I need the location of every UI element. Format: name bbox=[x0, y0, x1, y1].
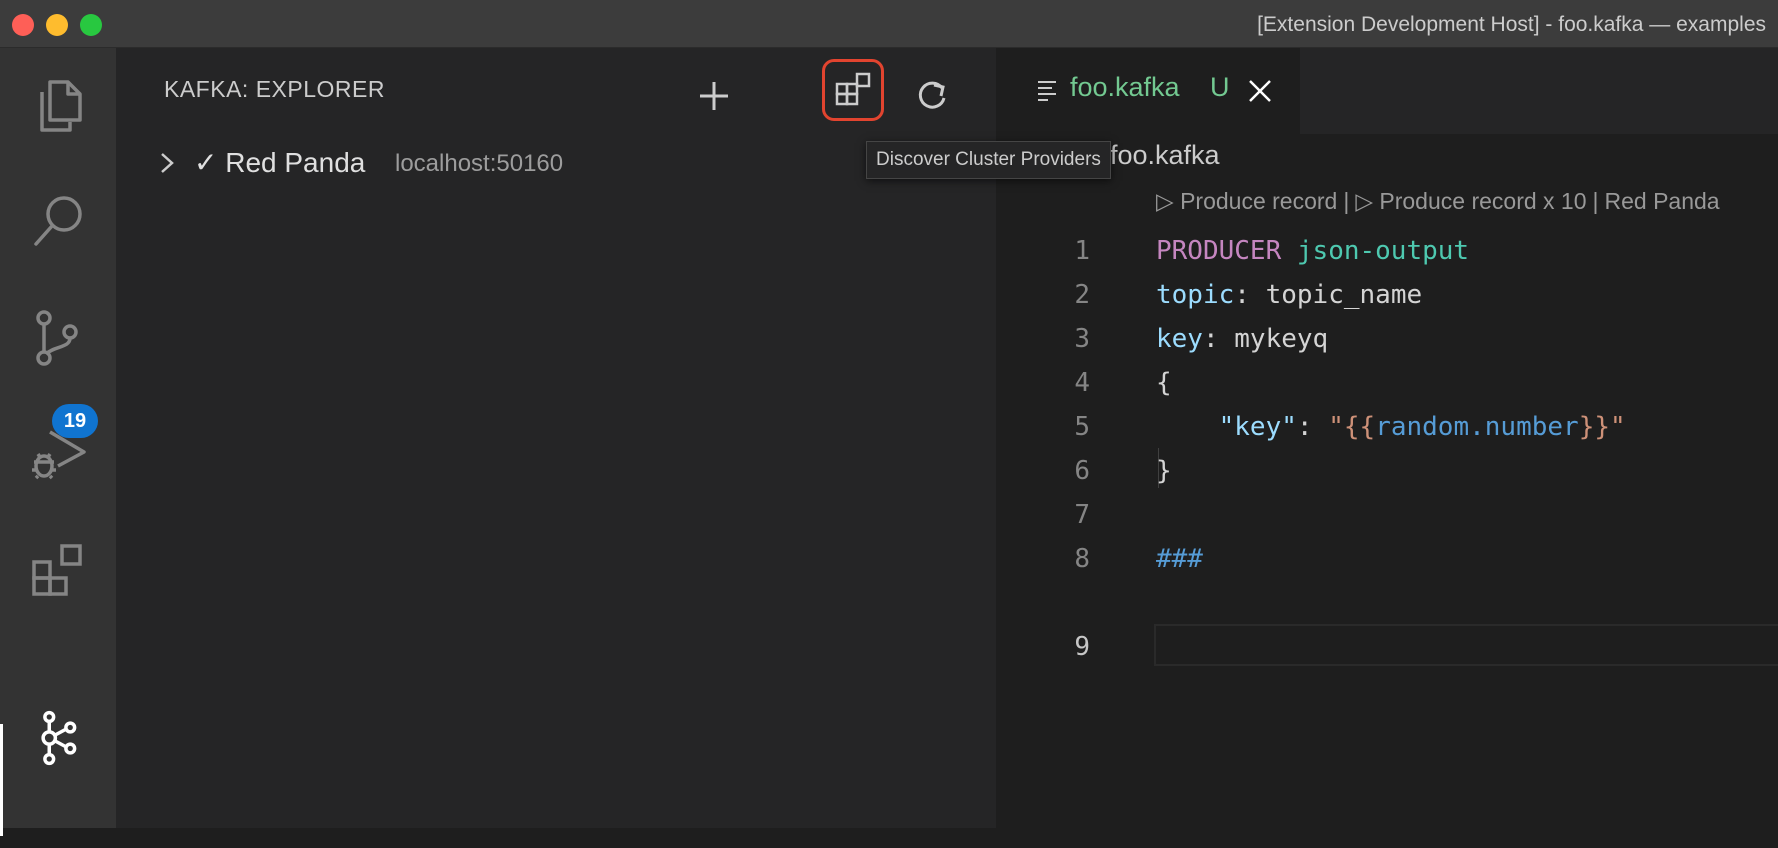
line-number: 6 bbox=[1074, 456, 1090, 486]
code-value: mykeyq bbox=[1234, 324, 1329, 354]
title-bar: [Extension Development Host] - foo.kafka… bbox=[0, 0, 1778, 48]
line-number: 8 bbox=[1074, 544, 1090, 574]
code-line-4[interactable]: { bbox=[1156, 368, 1172, 398]
play-icon: ▷ bbox=[1156, 188, 1181, 214]
breadcrumb[interactable]: foo.kafka bbox=[1110, 140, 1220, 171]
code-separator: : bbox=[1202, 324, 1235, 354]
close-window-button[interactable] bbox=[12, 14, 34, 36]
search-icon bbox=[34, 196, 82, 246]
tab-strip: foo.kafka U bbox=[996, 48, 1778, 134]
code-line-2[interactable]: topic: topic_name bbox=[1156, 280, 1422, 310]
editor-area: foo.kafka U foo.kafka ▷ Produce record | ▷… bbox=[996, 48, 1778, 828]
codelens-separator: | bbox=[1592, 188, 1599, 214]
code-key: topic bbox=[1156, 280, 1235, 310]
activity-explorer[interactable] bbox=[0, 48, 116, 164]
kafka-explorer-sidebar: KAFKA: EXPLORER ✓ Red Panda localhost:50… bbox=[116, 48, 996, 828]
tab-foo-kafka[interactable]: foo.kafka U bbox=[996, 48, 1300, 134]
current-line-highlight bbox=[1154, 624, 1778, 666]
play-icon: ▷ bbox=[1355, 188, 1380, 214]
line-number: 7 bbox=[1074, 500, 1090, 530]
string-quote: " bbox=[1610, 412, 1626, 442]
activity-bar: 19 bbox=[0, 48, 116, 836]
code-line-8[interactable]: ### bbox=[1156, 544, 1203, 574]
file-lines-icon bbox=[1038, 81, 1056, 101]
codelens-cluster[interactable]: Red Panda bbox=[1605, 188, 1720, 214]
line-number: 5 bbox=[1074, 412, 1090, 442]
codelens-separator: | bbox=[1343, 188, 1350, 214]
template-open: {{ bbox=[1343, 412, 1376, 442]
cluster-address: localhost:50160 bbox=[395, 150, 564, 177]
extensions-icon bbox=[32, 544, 82, 596]
source-control-icon bbox=[36, 310, 78, 366]
line-number: 1 bbox=[1074, 236, 1090, 266]
add-cluster-button[interactable] bbox=[684, 66, 744, 126]
code-line-1[interactable]: PRODUCER json-output bbox=[1156, 236, 1469, 266]
chevron-right-icon[interactable] bbox=[152, 148, 182, 178]
refresh-icon bbox=[918, 81, 946, 109]
template-close: }} bbox=[1578, 412, 1610, 442]
zoom-window-button[interactable] bbox=[80, 14, 102, 36]
files-icon bbox=[40, 80, 82, 132]
window-title: [Extension Development Host] - foo.kafka… bbox=[1257, 13, 1766, 36]
code-separator: : bbox=[1234, 280, 1266, 310]
template-expression: random.number bbox=[1375, 412, 1579, 442]
add-icon bbox=[700, 82, 728, 110]
activity-extensions[interactable] bbox=[0, 512, 116, 628]
code-line-5[interactable]: "key": "{{random.number}}" bbox=[1156, 412, 1626, 442]
code-line-3[interactable]: key: mykeyq bbox=[1156, 324, 1328, 354]
code-value: topic_name bbox=[1265, 280, 1423, 310]
tab-label: foo.kafka bbox=[1070, 72, 1180, 102]
kafka-icon bbox=[41, 710, 77, 766]
tree-item-cluster[interactable]: ✓ Red Panda localhost:50160 bbox=[116, 140, 996, 184]
activity-kafka[interactable] bbox=[0, 628, 116, 848]
refresh-button[interactable] bbox=[902, 66, 962, 126]
activity-search[interactable] bbox=[0, 164, 116, 280]
cluster-label: ✓ Red Panda bbox=[194, 147, 366, 178]
run-debug-icon bbox=[32, 430, 86, 480]
close-icon[interactable] bbox=[1246, 77, 1274, 105]
codelens-produce-record-x10[interactable]: Produce record x 10 bbox=[1379, 188, 1586, 214]
string-quote: " bbox=[1328, 412, 1344, 442]
codelens-produce-record[interactable]: Produce record bbox=[1180, 188, 1337, 214]
activity-source-control[interactable] bbox=[0, 280, 116, 396]
line-number: 3 bbox=[1074, 324, 1090, 354]
producer-name: json-output bbox=[1296, 236, 1470, 266]
line-number: 2 bbox=[1074, 280, 1090, 310]
tab-git-status: U bbox=[1210, 72, 1230, 102]
tooltip: Discover Cluster Providers bbox=[866, 141, 1111, 179]
line-number: 4 bbox=[1074, 368, 1090, 398]
line-number-current: 9 bbox=[1074, 632, 1090, 662]
activity-run-debug[interactable] bbox=[0, 396, 116, 512]
code-line-6[interactable]: } bbox=[1156, 456, 1172, 486]
code-key: key bbox=[1156, 324, 1203, 354]
json-key: "key" bbox=[1218, 412, 1297, 442]
highlight-box bbox=[822, 59, 884, 121]
minimize-window-button[interactable] bbox=[46, 14, 68, 36]
codelens: ▷ Produce record | ▷ Produce record x 10 | R… bbox=[1156, 188, 1720, 215]
sidebar-title: KAFKA: EXPLORER bbox=[164, 76, 385, 102]
producer-keyword: PRODUCER bbox=[1156, 236, 1282, 266]
active-indicator bbox=[0, 724, 3, 836]
code-separator: : bbox=[1296, 412, 1329, 442]
